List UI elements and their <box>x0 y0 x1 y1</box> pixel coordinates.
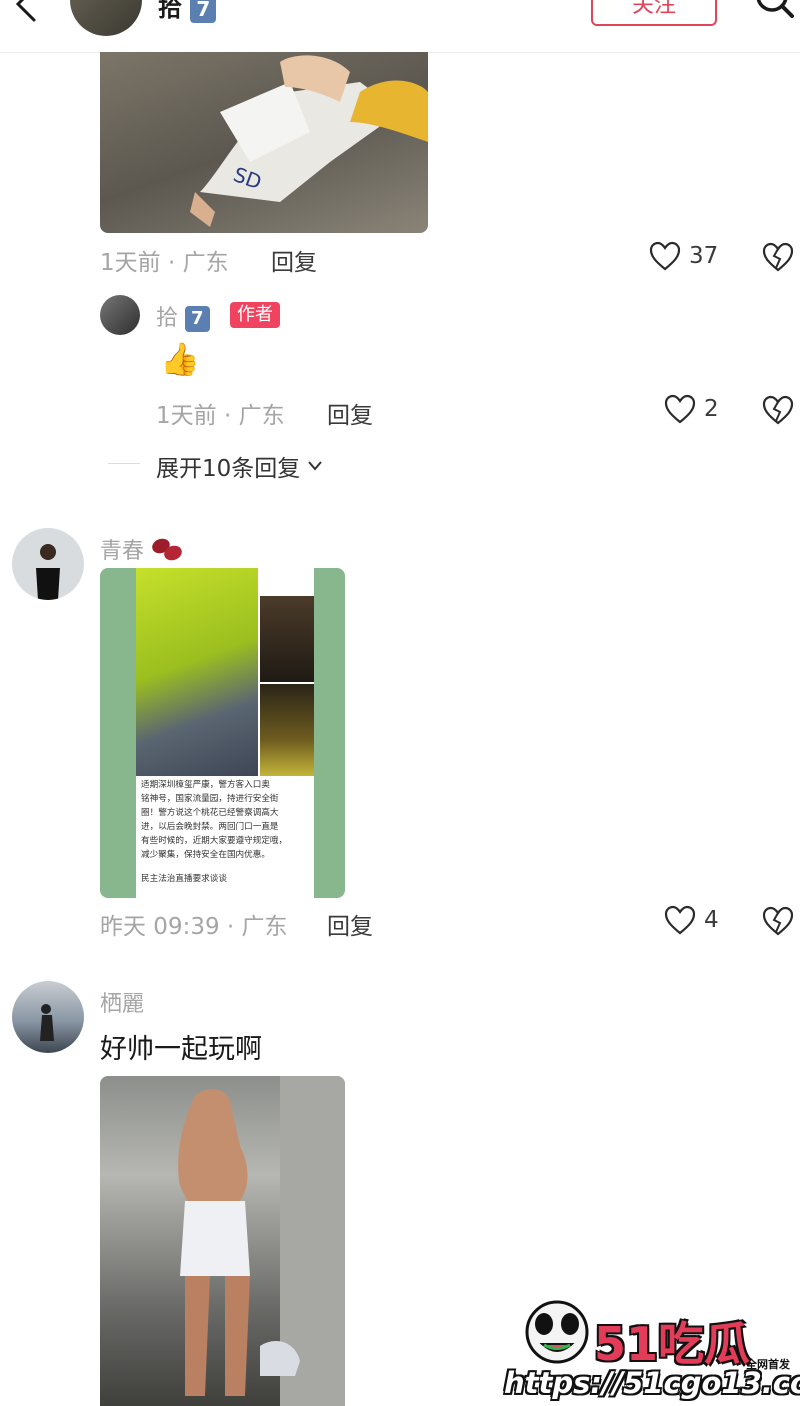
header-username: 拾 7 <box>158 0 217 23</box>
photo-illustration: SD <box>190 55 428 227</box>
reply-digit-badge: 7 <box>185 306 210 332</box>
search-icon[interactable] <box>752 0 796 24</box>
comment-time: 1天前 · 广东 <box>100 250 229 276</box>
screenshot-photo-main <box>136 568 258 776</box>
reply-location: 广东 <box>238 403 285 429</box>
expand-divider <box>108 463 140 464</box>
expand-replies-button[interactable]: 展开10条回复 <box>156 449 324 483</box>
header-avatar[interactable] <box>70 0 142 36</box>
heart-icon <box>664 905 696 935</box>
reply-emoji: 👍 <box>160 340 200 378</box>
comment-username: 青春 <box>100 533 184 565</box>
screenshot-line: 圈！警方说这个桃花已经警察调高大 <box>141 808 279 818</box>
heart-icon <box>649 241 681 271</box>
screenshot-photo-bottom <box>260 684 314 776</box>
comment-image[interactable]: 适期深圳樟玺严康，警方客入口奥 铭神号，国家流量园，持进行安全街 圈！警方说这个… <box>100 568 345 898</box>
screenshot-photo-top <box>260 596 314 682</box>
comment-image[interactable]: SD <box>100 52 428 233</box>
comment-avatar[interactable] <box>12 981 84 1053</box>
reply-username-text: 拾 <box>156 306 179 331</box>
follow-button-label: 关注 <box>631 0 676 18</box>
follow-button[interactable]: 关注 <box>591 0 717 26</box>
screenshot-footer: 民主法治直播要求谈谈 <box>141 874 227 884</box>
screenshot-panel: 适期深圳樟玺严康，警方客入口奥 铭神号，国家流量园，持进行安全街 圈！警方说这个… <box>136 568 314 898</box>
mascot-icon <box>522 1292 592 1366</box>
like-button[interactable]: 4 <box>664 905 719 935</box>
header-username-text: 拾 <box>158 0 182 22</box>
comment-time-text: 昨天 09:39 <box>100 914 220 940</box>
header-bar: 拾 7 关注 <box>0 0 800 52</box>
screenshot-line: 铭神号，国家流量园，持进行安全街 <box>141 794 279 804</box>
reply-username: 拾 7 <box>156 300 210 332</box>
heart-icon <box>664 394 696 424</box>
comment-location: 广东 <box>241 914 288 940</box>
dislike-icon[interactable] <box>762 906 794 940</box>
comment-text: 好帅一起玩啊 <box>100 1034 262 1065</box>
like-count: 37 <box>689 243 719 269</box>
watermark-url: https://51cgo13.com <box>504 1366 800 1400</box>
watermark-brand: 51吃瓜 <box>594 1317 751 1371</box>
author-tag: 作者 <box>230 302 280 328</box>
reply-dislike-icon[interactable] <box>762 395 794 429</box>
header-digit-badge: 7 <box>190 0 217 23</box>
reply-like-button[interactable]: 2 <box>664 394 719 424</box>
comment-time-text: 1天前 <box>100 250 161 276</box>
comment-image[interactable] <box>100 1076 345 1406</box>
reply-reply-button[interactable]: 回复 <box>327 396 373 430</box>
reply-avatar[interactable] <box>100 295 140 335</box>
bean-emoji-icon <box>152 538 182 561</box>
reply-time-text: 1天前 <box>156 403 217 429</box>
photo-illustration <box>178 1076 345 1406</box>
like-count: 4 <box>704 907 719 933</box>
comment-avatar[interactable] <box>12 528 84 600</box>
reply-button[interactable]: 回复 <box>327 907 373 941</box>
expand-replies-label: 展开10条回复 <box>156 456 301 482</box>
dislike-icon[interactable] <box>762 242 794 276</box>
reply-button[interactable]: 回复 <box>271 243 317 277</box>
screenshot-line: 有些时候的，近期大家要遵守规定哦， <box>141 836 288 846</box>
screenshot-line: 减少聚集，保持安全在国内优惠。 <box>141 850 270 860</box>
chevron-down-icon <box>308 461 323 471</box>
comment-time: 昨天 09:39 · 广东 <box>100 914 288 940</box>
comment-username: 栖麗 <box>100 992 145 1017</box>
screenshot-line: 适期深圳樟玺严康，警方客入口奥 <box>141 780 270 790</box>
comment-location: 广东 <box>182 250 229 276</box>
comment-username-text: 青春 <box>100 539 145 564</box>
reply-like-count: 2 <box>704 396 719 422</box>
like-button[interactable]: 37 <box>649 241 718 271</box>
reply-time: 1天前 · 广东 <box>156 403 285 429</box>
watermark: 51吃瓜 全网首发 https://51cgo13.com <box>502 1290 800 1402</box>
back-icon[interactable] <box>6 0 46 24</box>
screenshot-text: 适期深圳樟玺严康，警方客入口奥 铭神号，国家流量园，持进行安全街 圈！警方说这个… <box>141 778 311 886</box>
screenshot-line: 进，以后会晚封禁。两回门口一直是 <box>141 822 279 832</box>
